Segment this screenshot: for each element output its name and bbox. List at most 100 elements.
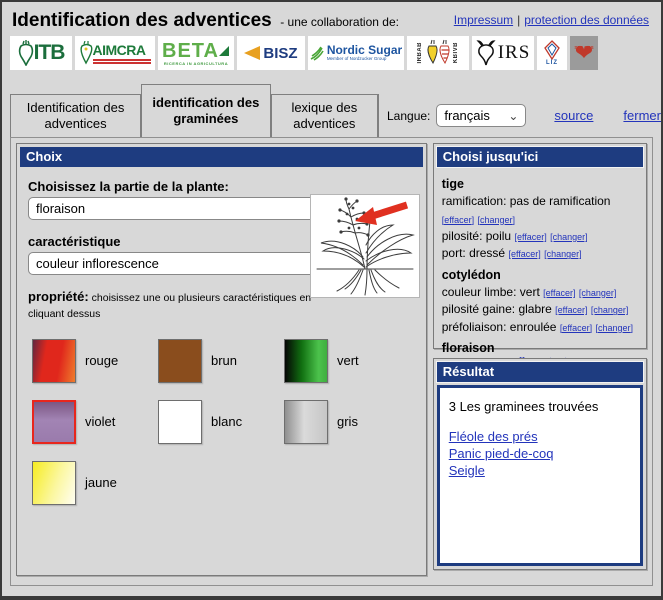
app-window: Identification des adventices - une coll… (0, 0, 663, 600)
chosen-item: pilosité: poilu [effacer] [changer] (442, 228, 638, 245)
chosen-item: pilosité gaine: glabre [effacer] [change… (442, 301, 638, 318)
source-link[interactable]: source (554, 108, 593, 123)
logo-nordic-sub: Member of Nordzucker Group (327, 57, 402, 62)
clipped-link-zone: effacer tout (433, 349, 647, 358)
page-subtitle: - une collaboration de: (280, 15, 399, 29)
logo-irbab-label: IRBAB (417, 42, 423, 64)
leaf-icon (310, 45, 324, 61)
swatch-violet-selected[interactable] (32, 400, 76, 444)
logo-nordic-sugar[interactable]: Nordic Sugar Member of Nordzucker Group (308, 36, 404, 70)
change-link[interactable]: [changer] (477, 215, 515, 225)
language-label: Langue: (387, 109, 430, 123)
characteristic-select[interactable]: couleur inflorescence ⌄ (28, 252, 328, 275)
beet-icon (476, 40, 496, 66)
swatch-brun[interactable] (158, 339, 202, 383)
erase-link[interactable]: [effacer] (555, 305, 587, 315)
tab-identification-adventices[interactable]: Identification des adventices (10, 94, 141, 137)
right-column: Choisi jusqu'ici tige ramification: pas … (433, 143, 647, 580)
logo-sfz-cbs[interactable]: ❤ SFZ CBS (570, 36, 598, 70)
change-link[interactable]: [changer] (544, 249, 582, 259)
result-panel: Résultat 3 Les graminees trouvées Fléole… (433, 358, 647, 570)
privacy-link[interactable]: protection des données (524, 13, 649, 27)
choix-panel-title: Choix (20, 147, 423, 167)
plant-part-select[interactable]: floraison ⌄ (28, 197, 328, 220)
logo-aimcra[interactable]: AIMCRA (75, 36, 155, 70)
swatch-vert[interactable] (284, 339, 328, 383)
plant-part-label: Choisissez la partie de la plante: (28, 179, 415, 194)
chosen-item: couleur limbe: vert [effacer] [changer] (442, 284, 638, 301)
logo-sfz-label: SFZ CBS (570, 45, 598, 50)
tab-identification-graminees[interactable]: identification des graminées (141, 84, 270, 137)
logo-kbivb-label: KBIVB (453, 42, 459, 63)
logo-beta-label: BETA (162, 41, 230, 61)
header: Identification des adventices - une coll… (2, 2, 661, 32)
erase-link[interactable]: [effacer] (543, 288, 575, 298)
swatch-label: violet (85, 414, 115, 429)
logo-irs-label: IRS (498, 42, 531, 64)
impressum-link[interactable]: Impressum (454, 13, 513, 27)
diamond-beet-icon (543, 40, 561, 60)
tab-lexique-adventices[interactable]: lexique des adventices (271, 94, 379, 137)
page-title: Identification des adventices (12, 10, 272, 31)
chosen-item: préfoliaison: enroulée [effacer] [change… (442, 319, 638, 336)
swatch-blanc[interactable] (158, 400, 202, 444)
logo-beta[interactable]: BETA RICERCA IN AGRICULTURA (158, 36, 234, 70)
main-content: Choix Choisissez la partie de la plante:… (10, 137, 653, 586)
result-link-seigle[interactable]: Seigle (449, 463, 631, 478)
chosen-panel: Choisi jusqu'ici tige ramification: pas … (433, 143, 647, 349)
swatch-label: jaune (85, 475, 117, 490)
chosen-panel-title: Choisi jusqu'ici (437, 147, 643, 167)
erase-link[interactable]: [effacer] (560, 323, 592, 333)
characteristic-select-value: couleur inflorescence (36, 256, 159, 271)
logo-irs[interactable]: IRS (472, 36, 534, 70)
swatch-rouge[interactable] (32, 339, 76, 383)
logo-liz-label: LIZ (546, 60, 558, 66)
aimcra-fine-print (93, 58, 151, 64)
swatch-jaune[interactable] (32, 461, 76, 505)
erase-link[interactable]: [effacer] (514, 232, 546, 242)
section-heading: tige (442, 175, 638, 193)
swatch-label: brun (211, 353, 237, 368)
chevron-down-icon: ⌄ (508, 109, 518, 123)
change-link[interactable]: [changer] (596, 323, 634, 333)
beet-icons (425, 39, 451, 67)
section-heading: cotylédon (442, 266, 638, 284)
chosen-item: port: dressé [effacer] [changer] (442, 245, 638, 262)
chosen-item: ramification: pas de ramification [effac… (442, 193, 638, 228)
change-link[interactable]: [changer] (591, 305, 629, 315)
language-select-value: français (444, 108, 490, 123)
change-link[interactable]: [changer] (550, 232, 588, 242)
result-box: 3 Les graminees trouvées Fléole des prés… (437, 385, 643, 566)
plant-part-select-value: floraison (36, 201, 85, 216)
leaf-icon (219, 46, 230, 57)
logo-liz[interactable]: LIZ (537, 36, 567, 70)
swatch-gris[interactable] (284, 400, 328, 444)
swatch-label: blanc (211, 414, 242, 429)
result-link-fleole[interactable]: Fléole des prés (449, 429, 631, 444)
beet-icon (18, 40, 34, 66)
swatch-grid: rouge brun vert violet blanc gris jaune (28, 339, 415, 505)
change-link[interactable]: [changer] (579, 288, 617, 298)
logo-itb[interactable]: ITB (10, 36, 72, 70)
erase-link[interactable]: [effacer] (442, 215, 474, 225)
result-count: 3 Les graminees trouvées (449, 399, 631, 414)
erase-link[interactable]: [effacer] (508, 249, 540, 259)
logo-irbab-kbivb[interactable]: IRBAB KBIVB (407, 36, 469, 70)
property-label: propriété: (28, 289, 89, 304)
logo-bisz-label: BISZ (263, 45, 297, 62)
choix-panel: Choix Choisissez la partie de la plante:… (16, 143, 427, 576)
logo-beta-sub: RICERCA IN AGRICULTURA (164, 61, 228, 66)
swatch-label: rouge (85, 353, 118, 368)
result-panel-title: Résultat (437, 362, 643, 382)
swatch-label: vert (337, 353, 359, 368)
erase-all-link[interactable]: effacer tout (512, 356, 567, 358)
result-link-panic[interactable]: Panic pied-de-coq (449, 446, 631, 461)
close-link[interactable]: fermer (623, 108, 661, 123)
logo-itb-label: ITB (34, 41, 65, 65)
tab-bar: Identification des adventices identifica… (2, 84, 661, 137)
swatch-label: gris (337, 414, 358, 429)
logo-bisz[interactable]: BISZ (237, 36, 305, 70)
logo-aimcra-label: AIMCRA (93, 42, 146, 58)
language-select[interactable]: français ⌄ (436, 104, 526, 127)
arrow-icon (244, 46, 260, 60)
